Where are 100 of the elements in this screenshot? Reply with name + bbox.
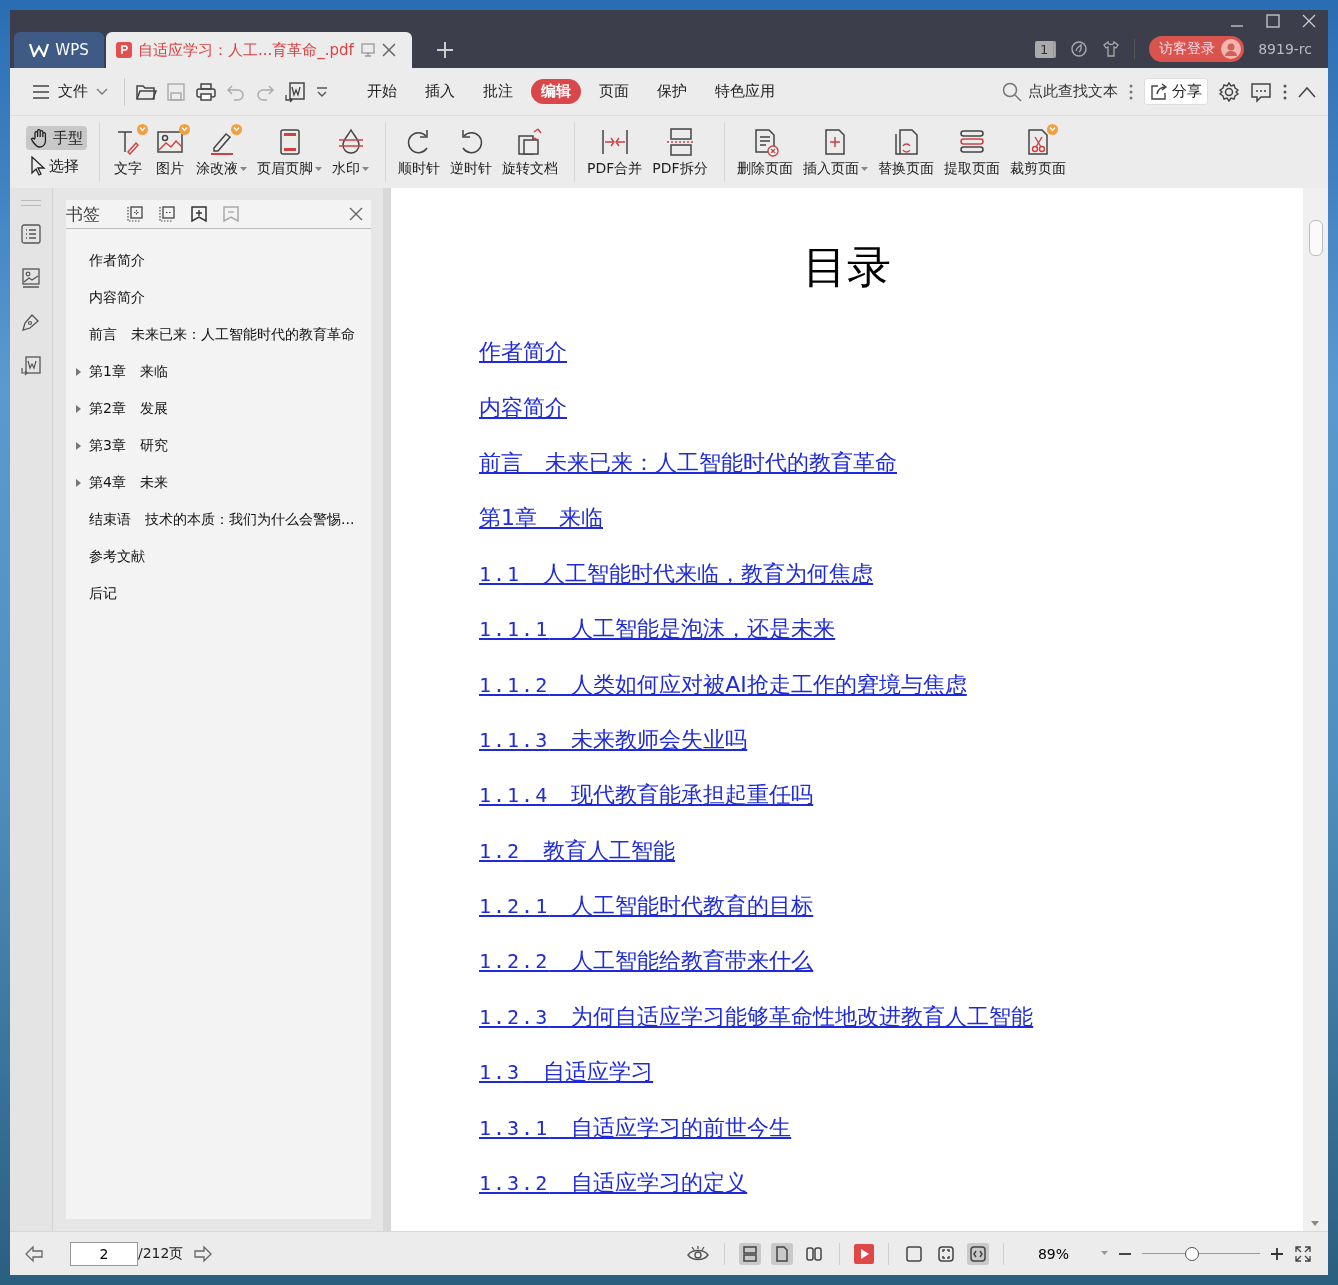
ribbon-tab[interactable]: 保护	[647, 79, 697, 104]
ribbon-tab[interactable]: 页面	[589, 79, 639, 104]
toc-link[interactable]: 1.2.2 人工智能给教育带来什么	[479, 944, 814, 1000]
eye-icon[interactable]	[685, 1244, 710, 1263]
mode-button[interactable]: 手型	[26, 126, 87, 150]
zoom-in-icon[interactable]	[1270, 1246, 1284, 1261]
expand-arrow-icon[interactable]	[76, 478, 81, 487]
play-button[interactable]	[853, 1243, 874, 1264]
toc-link[interactable]: 1.1.3 未来教师会失业吗	[479, 722, 748, 779]
document-tab[interactable]: WPS	[14, 32, 104, 68]
list-icon[interactable]	[21, 224, 41, 244]
bookmark-item[interactable]: 内容简介	[89, 288, 145, 307]
toc-link[interactable]: 1.2.3 为何自适应学习能够革命性地改进教育人工智能	[479, 999, 1034, 1056]
collapse-up-icon[interactable]	[1298, 85, 1316, 98]
toc-link[interactable]: 1.1.2 人类如何应对被AI抢走工作的窘境与焦虑	[479, 667, 967, 723]
previous-page-icon[interactable]	[24, 1244, 44, 1263]
cursor-arrow-icon	[30, 156, 46, 176]
next-page-icon[interactable]	[193, 1244, 214, 1263]
toolbar-button[interactable]: PDF合并	[583, 126, 647, 178]
view-mode-button[interactable]	[770, 1242, 793, 1265]
ribbon-tab[interactable]: 批注	[473, 79, 523, 104]
zoom-slider[interactable]	[1142, 1245, 1260, 1262]
toc-link[interactable]: 1.2 教育人工智能	[479, 833, 676, 890]
expand-arrow-icon[interactable]	[76, 441, 81, 450]
toc-link[interactable]: 1.3 自适应学习	[479, 1055, 654, 1111]
document-tab[interactable]: 自适应学习：人工...育革命_.pdf	[106, 32, 412, 68]
toolbar-button[interactable]: 裁剪页面	[1005, 126, 1070, 178]
toc-link[interactable]: 1.3.2 自适应学习的定义	[479, 1166, 748, 1222]
ribbon-tab[interactable]: 插入	[415, 79, 465, 104]
bookmark-item[interactable]: 第3章 研究	[89, 436, 168, 455]
more-down-icon[interactable]	[315, 84, 329, 99]
toc-link[interactable]: 1.2.1 人工智能时代教育的目标	[479, 889, 814, 945]
print-icon[interactable]	[195, 81, 217, 102]
toc-link[interactable]: 1.1.1 人工智能是泡沫，还是未来	[479, 612, 836, 668]
menu-icon	[32, 84, 50, 99]
ribbon-tab[interactable]: 编辑	[531, 79, 581, 104]
toolbar-button[interactable]: 旋转文档	[498, 126, 562, 178]
expand-all-icon[interactable]	[126, 205, 144, 223]
toolbar-button[interactable]: 删除页面	[732, 126, 797, 178]
scroll-thumb[interactable]	[1309, 220, 1323, 256]
toolbar-button[interactable]: 插入页面	[798, 126, 872, 178]
comment-icon[interactable]	[1250, 80, 1272, 103]
fullscreen-icon[interactable]	[1294, 1244, 1312, 1263]
toolbar-button[interactable]: 水印	[328, 126, 373, 178]
view-mode-button[interactable]	[738, 1242, 761, 1265]
bookmark-item[interactable]: 后记	[89, 584, 117, 603]
collapse-all-icon[interactable]	[158, 205, 176, 223]
ribbon-tab[interactable]: 特色应用	[705, 79, 785, 104]
toolbar-button[interactable]: 文字	[108, 126, 148, 178]
settings-icon[interactable]	[1218, 80, 1240, 103]
bookmark-item[interactable]: 结束语 技术的本质：我们为什么会警惕...	[89, 510, 355, 529]
page-number-field[interactable]: 2	[70, 1241, 138, 1266]
bookmark-item[interactable]: 第4章 未来	[89, 473, 168, 492]
slider-thumb[interactable]	[1184, 1246, 1199, 1261]
toc-link[interactable]: 1.1.4 现代教育能承担起重任吗	[479, 778, 814, 834]
zoom-fit-button[interactable]	[966, 1242, 989, 1265]
pen-nib-icon[interactable]	[21, 312, 41, 332]
expand-arrow-icon[interactable]	[76, 404, 81, 413]
chevron-down-icon	[96, 87, 108, 96]
toolbar-button[interactable]: 页眉页脚	[253, 126, 326, 178]
toolbar-button[interactable]: 顺时针	[394, 126, 444, 178]
toc-link[interactable]: 第1章 来临	[479, 501, 603, 557]
toolbar-button[interactable]: 涂改液	[192, 126, 251, 178]
toc-link[interactable]: 内容简介	[479, 390, 567, 446]
toc-link[interactable]: 1.1 人工智能时代来临，教育为何焦虑	[479, 556, 874, 613]
export-word-icon[interactable]	[21, 356, 41, 376]
toc-link[interactable]: 作者简介	[479, 335, 567, 391]
toolbar-button[interactable]: 逆时针	[446, 126, 496, 178]
ribbon-tab[interactable]: 开始	[357, 79, 407, 104]
bookmark-item[interactable]: 第2章 发展	[89, 399, 168, 418]
toolbar-button[interactable]: 提取页面	[939, 126, 1004, 178]
image-icon[interactable]	[21, 268, 41, 288]
zoom-level-label[interactable]: 89%	[1037, 1245, 1069, 1262]
toolbar-button[interactable]: 替换页面	[873, 126, 938, 178]
share-button[interactable]: 分享	[1144, 78, 1208, 105]
toolbar-button[interactable]: PDF拆分	[648, 126, 712, 178]
scroll-down-icon[interactable]	[1311, 1221, 1319, 1227]
more-vertical-icon[interactable]	[1128, 82, 1134, 101]
add-bookmark-icon[interactable]	[190, 205, 208, 223]
file-menu-button[interactable]: 文件	[26, 81, 114, 102]
new-tab-icon[interactable]	[436, 41, 454, 59]
close-icon[interactable]	[349, 207, 363, 221]
more-vertical-icon[interactable]	[1282, 82, 1288, 101]
expand-arrow-icon[interactable]	[76, 367, 81, 376]
bookmark-item[interactable]: 前言 未来已来：人工智能时代的教育革命	[89, 325, 355, 344]
cloud-icon[interactable]	[1070, 40, 1089, 58]
search-text-button[interactable]: 点此查找文本	[1002, 81, 1118, 102]
export-word-icon[interactable]	[284, 80, 306, 103]
close-icon[interactable]	[381, 43, 396, 57]
toc-link[interactable]: 前言 未来已来：人工智能时代的教育革命	[479, 445, 897, 502]
window-count-badge[interactable]: 1	[1034, 40, 1057, 58]
bookmark-item[interactable]: 参考文献	[89, 547, 145, 566]
vertical-scrollbar[interactable]	[1303, 188, 1328, 1231]
mode-button[interactable]: 选择	[26, 154, 87, 178]
toolbar-button[interactable]: 图片	[150, 126, 190, 178]
bookmark-item[interactable]: 第1章 来临	[89, 362, 168, 381]
maximize-icon[interactable]	[1266, 14, 1280, 28]
bookmark-item[interactable]: 作者简介	[89, 251, 145, 270]
toc-link[interactable]: 1.3.1 自适应学习的前世今生	[479, 1110, 792, 1167]
shirt-icon[interactable]	[1102, 40, 1121, 58]
